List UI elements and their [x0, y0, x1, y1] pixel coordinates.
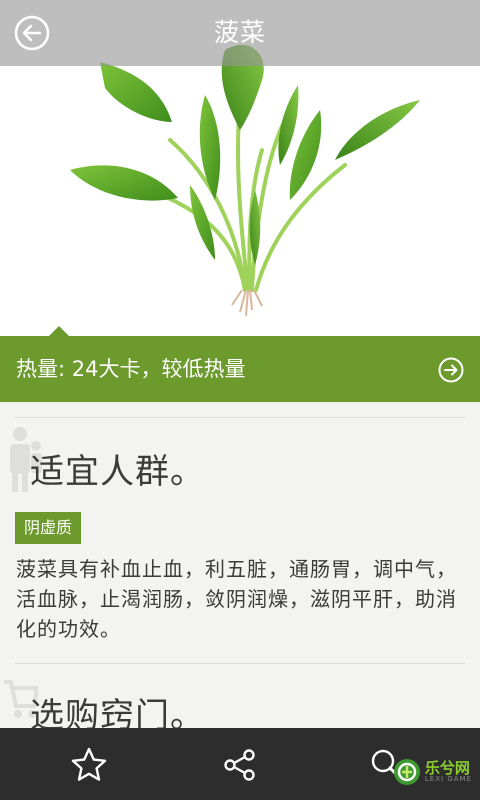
pointer-notch [49, 326, 69, 336]
share-icon [224, 749, 255, 781]
section-title-suitable-people: 适宜人群。 [30, 452, 205, 492]
share-button[interactable] [221, 746, 259, 784]
brand-watermark: 乐兮网 LEXI GAME [392, 756, 472, 788]
brand-logo-icon [393, 759, 420, 785]
star-outline-icon [71, 747, 107, 781]
constitution-tag: 阴虚质 [15, 512, 82, 544]
page-title: 菠菜 [213, 18, 266, 47]
calorie-text: 热量: 24大卡，较低热量 [16, 357, 246, 381]
divider [15, 417, 465, 418]
app-screen: 菠菜 热量: 24大卡，较低热量 适宜人群。 阴虚质 菠菜具有补血止血，利五脏，… [0, 0, 480, 800]
bottom-toolbar: 乐兮网 LEXI GAME [0, 728, 480, 800]
section-title-buying-tips: 选购窍门。 [30, 696, 205, 728]
arrow-right-circle-icon [438, 357, 464, 383]
section-description: 菠菜具有补血止血，利五脏，通肠胃，调中气，活血脉，止渴润肠，敛阴润燥，滋阴平肝，… [16, 557, 457, 641]
brand-name: 乐兮网 [424, 759, 470, 777]
favorite-button[interactable] [70, 746, 108, 784]
brand-subtitle: LEXI GAME [424, 775, 472, 783]
content-area: 适宜人群。 阴虚质 菠菜具有补血止血，利五脏，通肠胃，调中气，活血脉，止渴润肠，… [0, 402, 480, 728]
divider [15, 663, 465, 664]
calorie-info-bar[interactable]: 热量: 24大卡，较低热量 [0, 326, 480, 402]
top-bar: 菠菜 [0, 0, 480, 66]
